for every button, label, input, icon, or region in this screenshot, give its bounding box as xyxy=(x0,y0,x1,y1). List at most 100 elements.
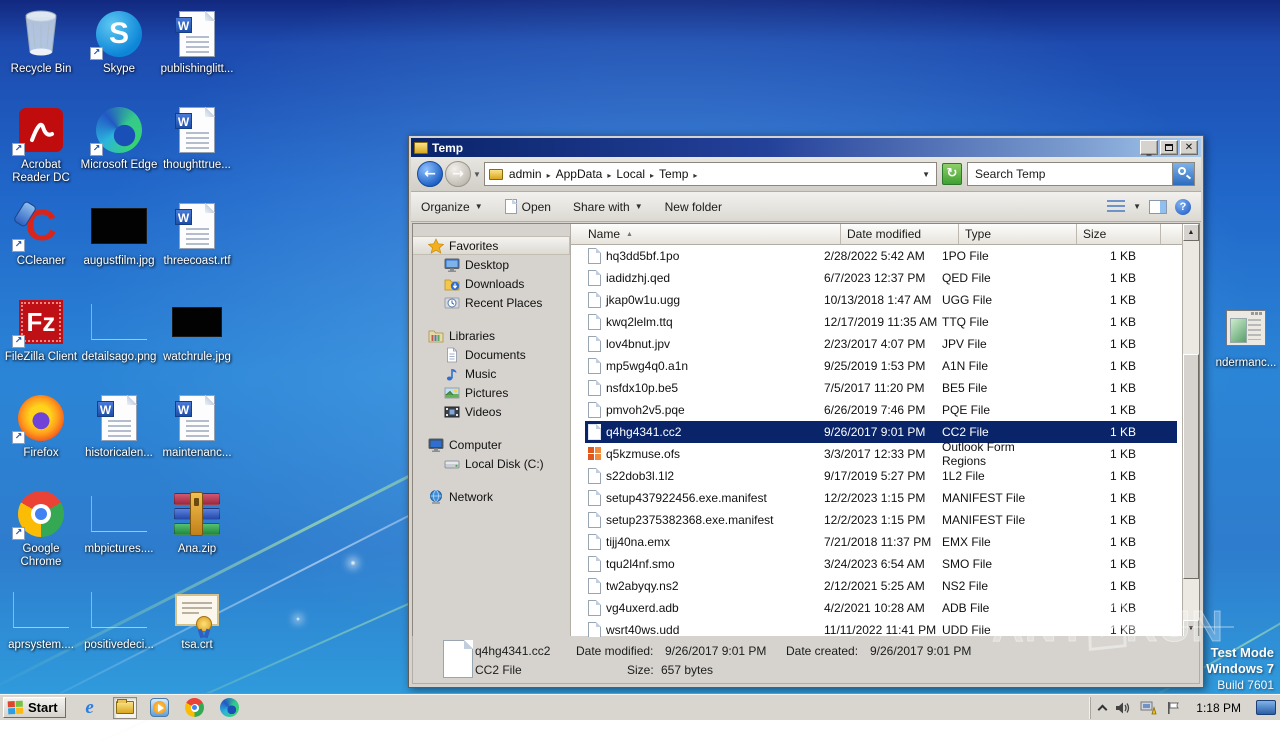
taskbar-edge-icon[interactable] xyxy=(218,697,242,719)
breadcrumb-segment-admin[interactable]: admin xyxy=(509,167,542,181)
desktop-icon-ana-zip[interactable]: Ana.zip xyxy=(158,484,236,580)
breadcrumb-separator-icon[interactable]: ▸ xyxy=(547,171,551,180)
file-row-iadidzhj-qed[interactable]: iadidzhj.qed6/7/2023 12:37 PMQED File1 K… xyxy=(571,267,1182,289)
taskbar-media-player-icon[interactable] xyxy=(148,697,172,719)
network-status-icon[interactable] xyxy=(1140,701,1157,715)
desktop-icon-firefox[interactable]: ↗Firefox xyxy=(2,388,80,484)
desktop-icon-publishinglitt[interactable]: Wpublishinglitt... xyxy=(158,4,236,100)
desktop-icon-tsa-crt[interactable]: tsa.crt xyxy=(158,580,236,676)
change-view-icon[interactable] xyxy=(1107,200,1125,214)
file-row-setup2375382368-exe-manifest[interactable]: setup2375382368.exe.manifest12/2/2023 1:… xyxy=(571,509,1182,531)
file-row-tw2abyqy-ns2[interactable]: tw2abyqy.ns22/12/2021 5:25 AMNS2 File1 K… xyxy=(571,575,1182,597)
sidebar-section-favorites[interactable]: Favorites xyxy=(413,236,570,255)
sidebar-item-videos[interactable]: Videos xyxy=(413,402,570,421)
desktop-icon-historicalen[interactable]: Whistoricalen... xyxy=(80,388,158,484)
sidebar-section-network[interactable]: Network xyxy=(413,487,570,506)
file-row-nsfdx10p-be5[interactable]: nsfdx10p.be57/5/2017 11:20 PMBE5 File1 K… xyxy=(571,377,1182,399)
address-dropdown-icon[interactable]: ▼ xyxy=(922,170,930,179)
window-titlebar[interactable]: Temp _ ✕ xyxy=(411,138,1201,157)
back-button[interactable]: ← xyxy=(417,161,443,187)
desktop-icon-thoughttrue[interactable]: Wthoughttrue... xyxy=(158,100,236,196)
search-input[interactable]: Search Temp xyxy=(968,167,1172,181)
desktop-icon-ndermanc[interactable]: ndermanc... xyxy=(1208,298,1280,370)
taskbar-internet-explorer-icon[interactable]: e xyxy=(78,697,102,719)
file-row-kwq2lelm-ttq[interactable]: kwq2lelm.ttq12/17/2019 11:35 AMTTQ File1… xyxy=(571,311,1182,333)
volume-icon[interactable] xyxy=(1115,701,1131,715)
file-row-tijj40na-emx[interactable]: tijj40na.emx7/21/2018 11:37 PMEMX File1 … xyxy=(571,531,1182,553)
maximize-button[interactable] xyxy=(1160,140,1178,155)
breadcrumb-segment-appdata[interactable]: AppData xyxy=(556,167,603,181)
desktop-icon-skype[interactable]: S↗Skype xyxy=(80,4,158,100)
sidebar-item-documents[interactable]: Documents xyxy=(413,345,570,364)
taskbar-windows-explorer-icon[interactable] xyxy=(113,697,137,719)
file-row-vg4uxerd-adb[interactable]: vg4uxerd.adb4/2/2021 10:28 AMADB File1 K… xyxy=(571,597,1182,619)
file-row-q5kzmuse-ofs[interactable]: q5kzmuse.ofs3/3/2017 12:33 PMOutlook For… xyxy=(571,443,1182,465)
desktop-icon-ccleaner[interactable]: C↗CCleaner xyxy=(2,196,80,292)
desktop-icon-watchrule-jpg[interactable]: watchrule.jpg xyxy=(158,292,236,388)
column-header-date-modified[interactable]: Date modified xyxy=(841,224,959,245)
sidebar-item-desktop[interactable]: Desktop xyxy=(413,255,570,274)
search-icon[interactable] xyxy=(1172,163,1194,185)
file-row-q4hg4341-cc2[interactable]: q4hg4341.cc29/26/2017 9:01 PMCC2 File1 K… xyxy=(571,421,1182,443)
breadcrumb-separator-icon[interactable]: ▸ xyxy=(650,171,654,180)
column-header-size[interactable]: Size xyxy=(1077,224,1161,245)
desktop-icon-mbpictures[interactable]: mbpictures.... xyxy=(80,484,158,580)
minimize-button[interactable]: _ xyxy=(1140,140,1158,155)
vertical-scrollbar[interactable]: ▲ ▼ xyxy=(1182,224,1199,637)
desktop-icon-google-chrome[interactable]: ↗Google Chrome xyxy=(2,484,80,580)
desktop-icon-acrobat-reader-dc[interactable]: ↗Acrobat Reader DC xyxy=(2,100,80,196)
desktop-icon-filezilla-client[interactable]: Fz↗FileZilla Client xyxy=(2,292,80,388)
forward-button[interactable]: → xyxy=(445,161,471,187)
history-dropdown-icon[interactable]: ▼ xyxy=(473,170,481,179)
tray-collapse-icon[interactable] xyxy=(1098,704,1108,714)
file-row-pmvoh2v5-pqe[interactable]: pmvoh2v5.pqe6/26/2019 7:46 PMPQE File1 K… xyxy=(571,399,1182,421)
address-bar[interactable]: admin ▸ AppData ▸ Local ▸ Temp ▸ ▼ xyxy=(484,162,937,186)
share-with-button[interactable]: Share with▼ xyxy=(573,200,643,214)
show-desktop-icon[interactable] xyxy=(1256,700,1276,715)
search-box[interactable]: Search Temp xyxy=(967,162,1195,186)
sidebar-item-local-disk-c[interactable]: Local Disk (C:) xyxy=(413,454,570,473)
action-center-flag-icon[interactable] xyxy=(1166,701,1181,715)
file-row-setup437922456-exe-manifest[interactable]: setup437922456.exe.manifest12/2/2023 1:1… xyxy=(571,487,1182,509)
file-row-mp5wg4q0-a1n[interactable]: mp5wg4q0.a1n9/25/2019 1:53 PMA1N File1 K… xyxy=(571,355,1182,377)
new-folder-button[interactable]: New folder xyxy=(665,200,722,214)
desktop-icon-threecoast-rtf[interactable]: Wthreecoast.rtf xyxy=(158,196,236,292)
sidebar-section-libraries[interactable]: Libraries xyxy=(413,326,570,345)
file-row-lov4bnut-jpv[interactable]: lov4bnut.jpv2/23/2017 4:07 PMJPV File1 K… xyxy=(571,333,1182,355)
taskbar-chrome-icon[interactable] xyxy=(183,697,207,719)
sidebar-item-downloads[interactable]: Downloads xyxy=(413,274,570,293)
desktop-icon-aprsystem[interactable]: aprsystem.... xyxy=(2,580,80,676)
desktop-icon-positivedeci[interactable]: positivedeci... xyxy=(80,580,158,676)
scrollbar-thumb[interactable] xyxy=(1183,354,1199,579)
organize-button[interactable]: Organize▼ xyxy=(421,200,483,214)
breadcrumb-segment-local[interactable]: Local xyxy=(616,167,645,181)
breadcrumb-separator-icon[interactable]: ▸ xyxy=(693,171,697,180)
sidebar-item-music[interactable]: Music xyxy=(413,364,570,383)
file-row-s22dob3l-1l2[interactable]: s22dob3l.1l29/17/2019 5:27 PM1L2 File1 K… xyxy=(571,465,1182,487)
start-button[interactable]: Start xyxy=(3,697,66,718)
desktop-icon-detailsago-png[interactable]: detailsago.png xyxy=(80,292,158,388)
column-header-type[interactable]: Type xyxy=(959,224,1077,245)
close-button[interactable]: ✕ xyxy=(1180,140,1198,155)
views-dropdown-icon[interactable]: ▼ xyxy=(1133,202,1141,211)
desktop-icon-augustfilm-jpg[interactable]: augustfilm.jpg xyxy=(80,196,158,292)
scroll-down-icon[interactable]: ▼ xyxy=(1183,620,1199,637)
desktop-icon-microsoft-edge[interactable]: ↗Microsoft Edge xyxy=(80,100,158,196)
file-row-wsrt40ws-udd[interactable]: wsrt40ws.udd11/11/2022 11:41 PMUDD File1… xyxy=(571,619,1182,637)
breadcrumb-segment-temp[interactable]: Temp xyxy=(659,167,688,181)
help-icon[interactable]: ? xyxy=(1175,199,1191,215)
breadcrumb-separator-icon[interactable]: ▸ xyxy=(607,171,611,180)
scroll-up-icon[interactable]: ▲ xyxy=(1183,224,1199,241)
file-row-tqu2l4nf-smo[interactable]: tqu2l4nf.smo3/24/2023 6:54 AMSMO File1 K… xyxy=(571,553,1182,575)
sidebar-section-computer[interactable]: Computer xyxy=(413,435,570,454)
desktop-icon-recycle-bin[interactable]: Recycle Bin xyxy=(2,4,80,100)
open-button[interactable]: Open xyxy=(505,199,551,214)
refresh-button[interactable]: ↻ xyxy=(942,163,962,185)
desktop-icon-maintenanc[interactable]: Wmaintenanc... xyxy=(158,388,236,484)
file-row-jkap0w1u-ugg[interactable]: jkap0w1u.ugg10/13/2018 1:47 AMUGG File1 … xyxy=(571,289,1182,311)
clock[interactable]: 1:18 PM xyxy=(1196,701,1241,715)
column-header-name[interactable]: Name▲ xyxy=(571,224,841,245)
file-row-hq3dd5bf-1po[interactable]: hq3dd5bf.1po2/28/2022 5:42 AM1PO File1 K… xyxy=(571,245,1182,267)
sidebar-item-pictures[interactable]: Pictures xyxy=(413,383,570,402)
preview-pane-icon[interactable] xyxy=(1149,200,1167,214)
